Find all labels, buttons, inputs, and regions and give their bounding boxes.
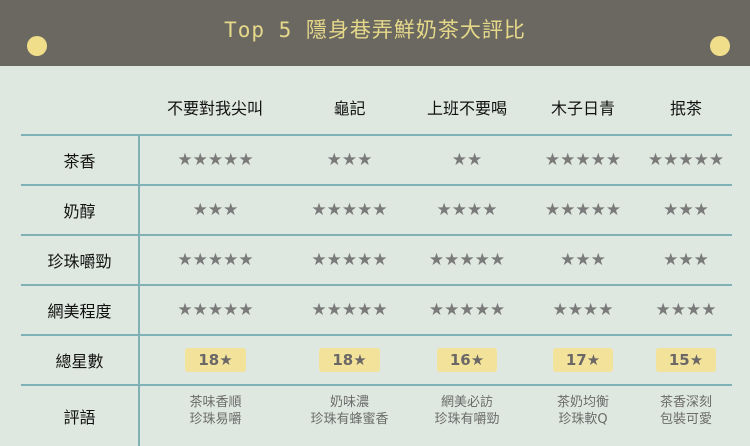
table-header-row: 不要對我尖叫 龜記 上班不要喝 木子日青 抿茶 <box>21 80 732 135</box>
decorative-dot-left <box>27 36 47 56</box>
column-header: 上班不要喝 <box>426 99 507 118</box>
star-rating: ★★★★★ <box>139 234 291 285</box>
star-rating: ★★★★★ <box>291 234 408 285</box>
table-row-total: 總星數 18★ 18★ 16★ 17★ 15★ <box>21 334 732 385</box>
column-header: 不要對我尖叫 <box>166 99 263 118</box>
header-empty <box>21 80 139 135</box>
header-banner: Top 5 隱身巷弄鮮奶茶大評比 <box>0 0 750 66</box>
total-badge: 15★ <box>655 348 717 372</box>
total-badge: 17★ <box>552 348 614 372</box>
row-label: 評語 <box>21 384 140 446</box>
page-title: Top 5 隱身巷弄鮮奶茶大評比 <box>224 18 526 42</box>
table-row: 網美程度 ★★★★★ ★★★★★ ★★★★★ ★★★★ ★★★★ <box>21 284 732 335</box>
row-label: 總星數 <box>21 334 140 385</box>
table-row-comments: 評語 茶味香順 珍珠易嚼 奶味濃 珍珠有蜂蜜香 網美必訪 珍珠有嚼勁 茶奶均衡 … <box>21 384 732 446</box>
star-rating: ★★★★★ <box>526 184 640 235</box>
column-header: 木子日青 <box>550 99 615 118</box>
comment-line: 茶奶均衡 <box>556 395 609 410</box>
star-rating: ★★★★★ <box>139 134 291 185</box>
column-header: 抿茶 <box>669 99 702 118</box>
total-badge: 18★ <box>319 348 380 372</box>
comment-line: 包裝可愛 <box>659 412 712 427</box>
comment-line: 網美必訪 <box>440 395 493 410</box>
table-row: 珍珠嚼勁 ★★★★★ ★★★★★ ★★★★★ ★★★ ★★★ <box>21 234 732 285</box>
star-rating: ★★★ <box>640 234 732 285</box>
star-rating: ★★★★★ <box>640 134 732 185</box>
star-rating: ★★★★★ <box>526 134 640 185</box>
comment-line: 珍珠有蜂蜜香 <box>310 412 389 427</box>
star-rating: ★★★★ <box>408 184 526 235</box>
total-badge: 18★ <box>185 348 246 372</box>
row-label: 茶香 <box>21 134 140 185</box>
star-rating: ★★★ <box>139 184 291 235</box>
star-rating: ★★★ <box>640 184 732 235</box>
comment-line: 茶香深刻 <box>659 395 712 410</box>
row-label: 網美程度 <box>21 284 140 335</box>
decorative-dot-right <box>710 36 730 56</box>
comment-line: 珍珠有嚼勁 <box>434 412 500 427</box>
comment-line: 珍珠易嚼 <box>189 412 242 427</box>
star-rating: ★★★★★ <box>408 234 526 285</box>
row-label: 珍珠嚼勁 <box>21 234 140 285</box>
star-rating: ★★★★ <box>526 284 640 335</box>
star-rating: ★★★★★ <box>408 284 526 335</box>
column-header: 龜記 <box>333 99 366 118</box>
star-rating: ★★★★★ <box>291 284 408 335</box>
star-rating: ★★★★★ <box>291 184 408 235</box>
star-rating: ★★★ <box>526 234 640 285</box>
comment-line: 奶味濃 <box>329 395 369 410</box>
comment-line: 茶味香順 <box>189 395 242 410</box>
star-rating: ★★ <box>408 134 526 185</box>
total-badge: 16★ <box>436 348 498 372</box>
star-rating: ★★★★ <box>640 284 732 335</box>
star-rating: ★★★ <box>291 134 408 185</box>
star-rating: ★★★★★ <box>139 284 291 335</box>
comparison-table: 不要對我尖叫 龜記 上班不要喝 木子日青 抿茶 茶香 ★★★★★ ★★★ ★★ … <box>21 80 732 446</box>
table-row: 茶香 ★★★★★ ★★★ ★★ ★★★★★ ★★★★★ <box>21 134 732 185</box>
table-row: 奶醇 ★★★ ★★★★★ ★★★★ ★★★★★ ★★★ <box>21 184 732 235</box>
row-label: 奶醇 <box>21 184 140 235</box>
comment-line: 珍珠軟Q <box>558 412 608 427</box>
